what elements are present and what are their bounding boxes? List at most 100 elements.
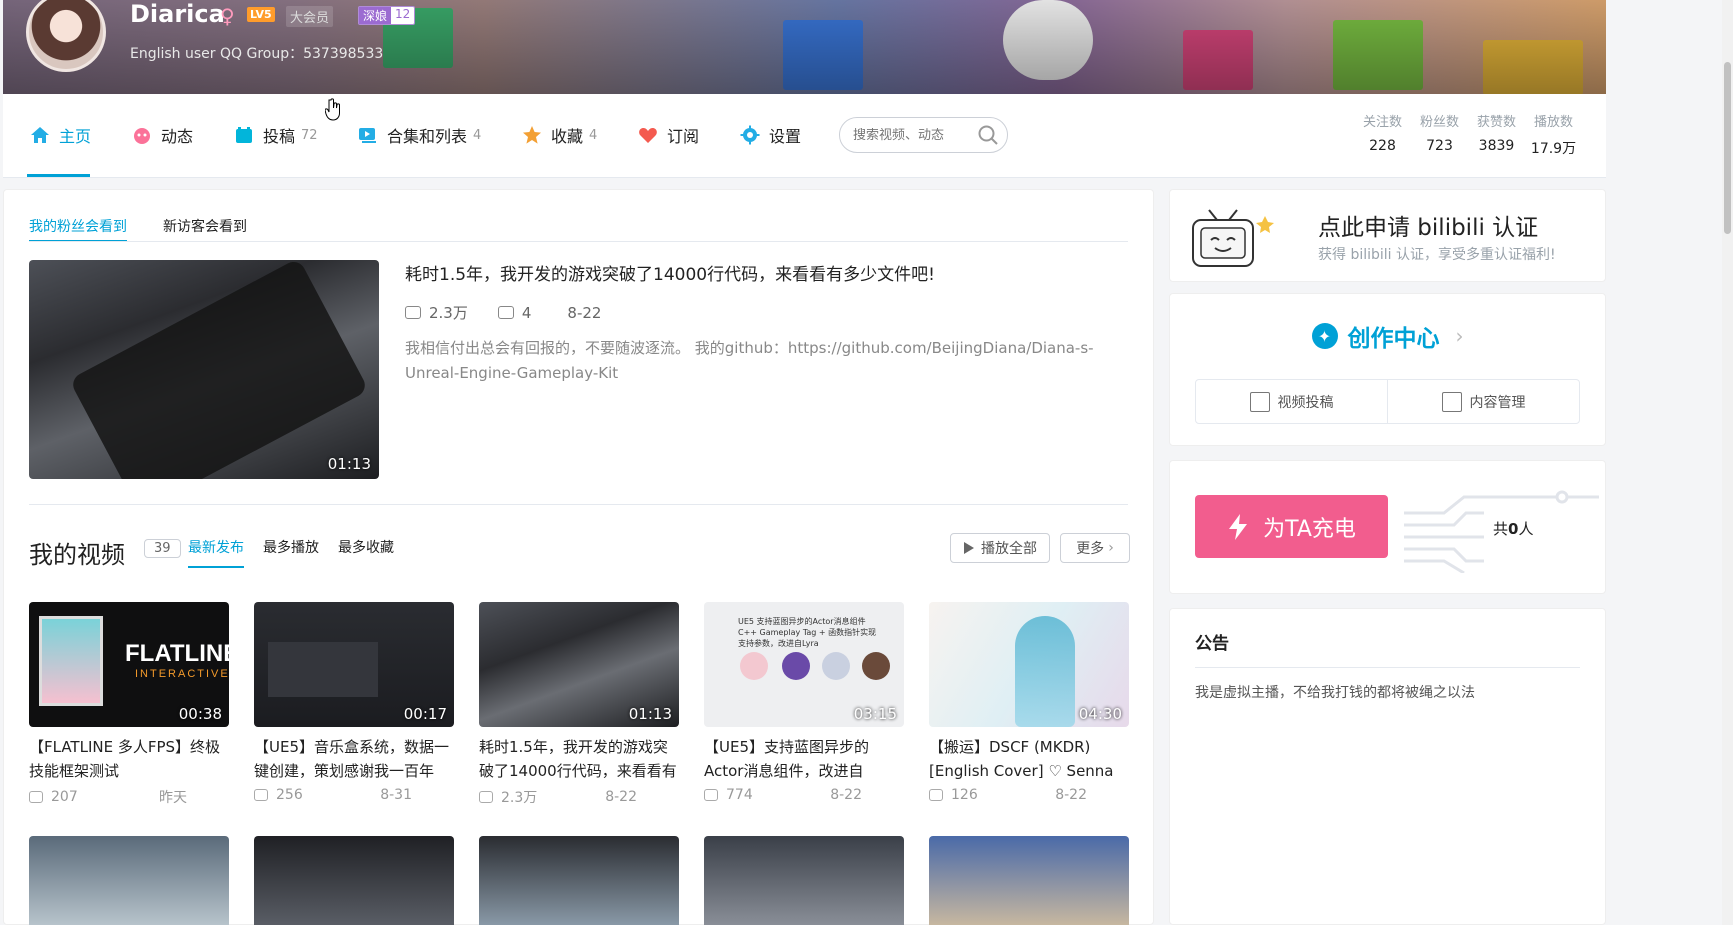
verify-title[interactable]: 点此申请 bilibili 认证 — [1318, 208, 1538, 242]
tab-dynamic[interactable]: 动态 — [131, 123, 193, 147]
verify-subtitle: 获得 bilibili 认证，享受多重认证福利! — [1318, 247, 1556, 263]
tab-settings[interactable]: 设置 — [739, 123, 801, 147]
user-sign: English user QQ Group：537398533 — [130, 46, 384, 62]
video-thumbnail[interactable] — [254, 836, 454, 925]
video-card[interactable]: UE5 支持蓝图异步的Actor消息组件 C++ Gameplay Tag + … — [704, 602, 904, 803]
chevron-right-icon: › — [1455, 324, 1464, 348]
creator-center-title: 创作中心 — [1347, 326, 1440, 352]
video-upload-button[interactable]: 视频投稿 — [1196, 380, 1387, 423]
video-thumbnail[interactable]: 01:13 — [479, 602, 679, 727]
play-count-icon — [29, 791, 43, 803]
charge-count-value: 0 — [1508, 520, 1519, 538]
sort-most-favorited[interactable]: 最多收藏 — [338, 537, 394, 568]
video-card[interactable]: FLATLINE INTERACTIVE 00:38 【FLATLINE 多人F… — [29, 602, 229, 807]
space-navbar: 主页 动态 投稿 72 合集和列表 4 收藏 4 订阅 设置 搜索视频、动态 关… — [3, 94, 1606, 178]
featured-video-thumbnail[interactable]: 01:13 — [29, 260, 379, 479]
page-scrollbar[interactable] — [1722, 0, 1733, 925]
stat-value: 17.9万 — [1530, 141, 1577, 157]
featured-video-title[interactable]: 耗时1.5年，我开发的游戏突破了14000行代码，来看看有多少文件吧! — [405, 260, 935, 285]
video-date: 昨天 — [159, 790, 187, 806]
video-duration: 03:15 — [853, 705, 897, 723]
video-title[interactable]: 【FLATLINE 多人FPS】终极技能框架测试 — [29, 735, 229, 783]
bilibili-tv-mascot-icon — [1192, 209, 1274, 267]
thumbnail-text: UE5 支持蓝图异步的Actor消息组件 C++ Gameplay Tag + … — [738, 617, 877, 648]
tab-collections[interactable]: 合集和列表 4 — [357, 123, 481, 147]
video-title[interactable]: 【UE5】支持蓝图异步的Actor消息组件，改进自 — [704, 735, 904, 783]
level-badge: LV5 — [247, 7, 275, 22]
tab-upload-count: 72 — [301, 127, 318, 143]
more-button[interactable]: 更多 › — [1060, 533, 1130, 563]
search-icon[interactable] — [977, 124, 999, 146]
video-thumbnail[interactable] — [704, 836, 904, 925]
sort-latest[interactable]: 最新发布 — [188, 537, 244, 568]
lightning-icon — [1229, 513, 1248, 540]
stat-likes: 获赞数 3839 — [1468, 111, 1525, 158]
video-duration: 01:13 — [628, 705, 672, 723]
thumbnail-text: FLATLINE — [125, 640, 229, 667]
heart-icon — [637, 124, 659, 146]
video-title[interactable]: 【搬运】DSCF (MKDR) [English Cover] ♡ Senna … — [929, 735, 1129, 783]
video-thumbnail[interactable]: 04:30 — [929, 602, 1129, 727]
video-views: 774 — [726, 787, 753, 803]
featured-views: 2.3万 — [429, 304, 468, 322]
video-card[interactable]: 04:30 【搬运】DSCF (MKDR) [English Cover] ♡ … — [929, 602, 1129, 803]
tab-upload-label: 投稿 — [263, 127, 296, 146]
play-all-button[interactable]: 播放全部 — [950, 533, 1050, 563]
verify-card[interactable]: 点此申请 bilibili 认证 获得 bilibili 认证，享受多重认证福利… — [1169, 189, 1606, 282]
upload-icon — [1249, 391, 1270, 412]
video-date: 8-22 — [605, 789, 637, 805]
stat-value: 3839 — [1478, 138, 1515, 154]
fan-medal[interactable]: 深娘 12 — [358, 6, 416, 25]
tab-visitors-see[interactable]: 新访客会看到 — [163, 216, 247, 242]
charge-button[interactable]: 为TA充电 — [1195, 495, 1388, 558]
video-thumbnail[interactable] — [479, 836, 679, 925]
sort-most-played[interactable]: 最多播放 — [263, 537, 319, 568]
tab-subscribe-label: 订阅 — [667, 127, 700, 146]
video-upload-label: 视频投稿 — [1277, 394, 1334, 411]
tab-fans-see[interactable]: 我的粉丝会看到 — [29, 216, 127, 242]
video-thumbnail[interactable]: FLATLINE INTERACTIVE 00:38 — [29, 602, 229, 727]
space-search[interactable] — [839, 117, 1008, 153]
charge-card: 为TA充电 共0人 — [1169, 460, 1606, 594]
user-stats: 关注数 228 粉丝数 723 获赞数 3839 播放数 17.9万 — [1354, 111, 1582, 158]
video-meta: 774 8-22 — [704, 787, 904, 803]
video-title[interactable]: 耗时1.5年，我开发的游戏突破了14000行代码，来看看有 — [479, 735, 679, 783]
video-card[interactable]: 01:13 耗时1.5年，我开发的游戏突破了14000行代码，来看看有 2.3万… — [479, 602, 679, 807]
vip-badge[interactable]: 大会员 — [286, 6, 334, 27]
play-count-icon — [405, 306, 421, 319]
stat-value: 723 — [1426, 138, 1453, 154]
gender-female-icon: ♀ — [220, 4, 235, 28]
username[interactable]: Diarica — [130, 0, 225, 28]
search-input[interactable] — [853, 127, 968, 143]
featured-video-description: 我相信付出总会有回报的，不要随波逐流。 我的github：https://git… — [405, 339, 1094, 382]
fan-medal-level: 12 — [391, 7, 415, 24]
tab-collections-label: 合集和列表 — [387, 127, 468, 146]
tab-upload[interactable]: 投稿 72 — [233, 123, 318, 147]
chevron-right-icon: › — [1108, 540, 1114, 556]
stat-label: 关注数 — [1362, 115, 1402, 130]
stat-followers[interactable]: 粉丝数 723 — [1411, 111, 1468, 158]
hand-cursor-icon — [325, 98, 340, 121]
video-views: 126 — [951, 787, 978, 803]
stat-label: 粉丝数 — [1419, 115, 1459, 130]
featured-video-meta: 2.3万 4 8-22 — [405, 302, 601, 323]
video-thumbnail[interactable] — [29, 836, 229, 925]
tab-subscribe[interactable]: 订阅 — [637, 123, 699, 147]
stat-following[interactable]: 关注数 228 — [1354, 111, 1411, 158]
video-card[interactable]: 00:17 【UE5】音乐盒系统，数据一键创建，策划感谢我一百年 256 8-3… — [254, 602, 454, 803]
content-manage-button[interactable]: 内容管理 — [1387, 380, 1579, 423]
scrollbar-thumb[interactable] — [1724, 62, 1731, 234]
video-thumbnail[interactable]: 00:17 — [254, 602, 454, 727]
video-date: 8-22 — [830, 787, 862, 803]
play-icon — [964, 542, 974, 554]
video-thumbnail[interactable] — [929, 836, 1129, 925]
video-title[interactable]: 【UE5】音乐盒系统，数据一键创建，策划感谢我一百年 — [254, 735, 454, 783]
notice-card: 公告 我是虚拟主播，不给我打钱的都将被绳之以法 — [1169, 608, 1606, 925]
charge-count: 共0人 — [1493, 518, 1533, 539]
tab-favorites[interactable]: 收藏 4 — [521, 123, 597, 147]
video-thumbnail[interactable]: UE5 支持蓝图异步的Actor消息组件 C++ Gameplay Tag + … — [704, 602, 904, 727]
tab-home[interactable]: 主页 — [29, 123, 91, 147]
creator-center-link[interactable]: ✦ 创作中心 › — [1170, 319, 1605, 353]
stat-label: 获赞数 — [1476, 115, 1516, 130]
play-count-icon — [704, 789, 718, 801]
